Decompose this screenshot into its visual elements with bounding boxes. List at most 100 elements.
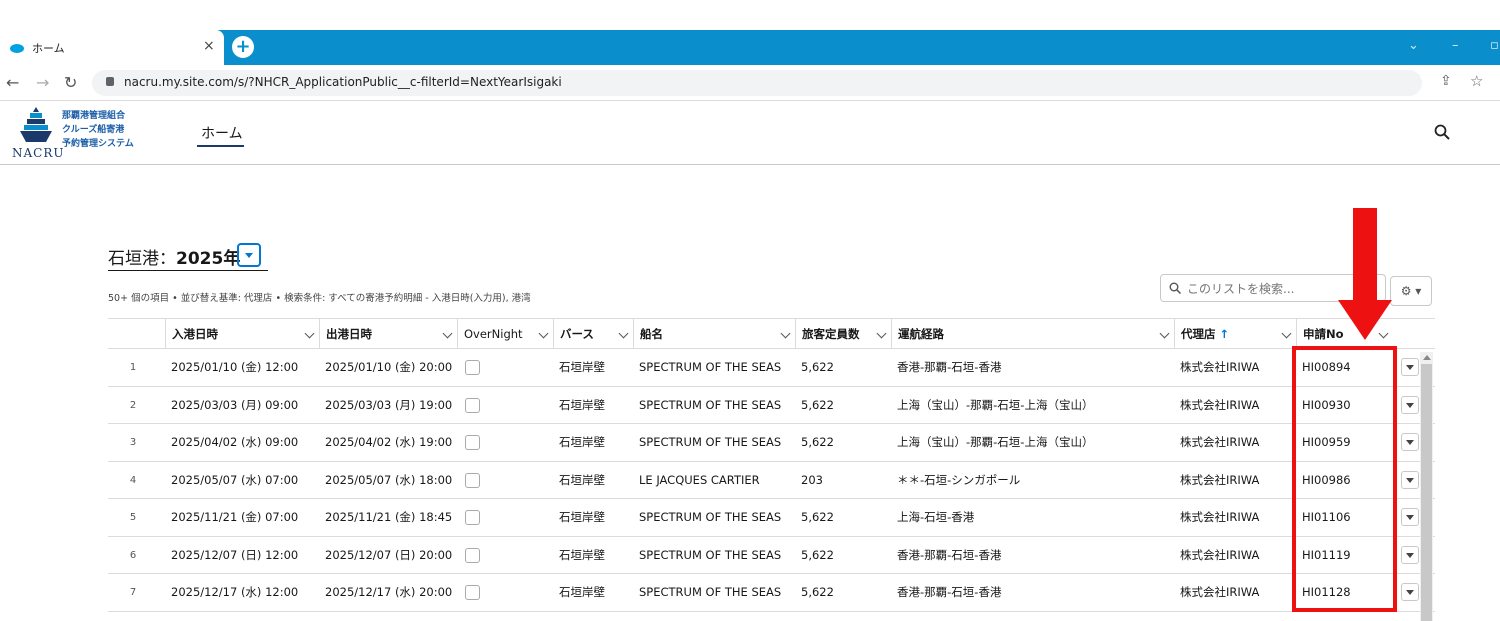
url-text[interactable]: nacru.my.site.com/s/?NHCR_ApplicationPub… bbox=[124, 75, 562, 89]
cell-arrive: 2025/12/07 (日) 12:00 bbox=[171, 547, 299, 562]
cell-ship: SPECTRUM OF THE SEAS bbox=[639, 360, 782, 374]
list-view-picker-button[interactable] bbox=[237, 243, 261, 267]
cell-berth: 石垣岸壁 bbox=[559, 585, 605, 599]
table-scrollbar-thumb[interactable] bbox=[1421, 364, 1432, 621]
logo-line-2: クルーズ船寄港 bbox=[62, 125, 125, 135]
cell-depart: 2025/01/10 (金) 20:00 bbox=[325, 360, 453, 374]
chevron-down-icon bbox=[876, 328, 887, 339]
col-route[interactable]: 運航経路 bbox=[891, 319, 1174, 349]
cell-agent: 株式会社IRIWA bbox=[1180, 472, 1260, 487]
url-field[interactable]: nacru.my.site.com/s/?NHCR_ApplicationPub… bbox=[92, 70, 1422, 96]
nav-active-indicator bbox=[197, 145, 244, 147]
sort-ascending-icon: ↑ bbox=[1219, 327, 1230, 341]
cell-arrive: 2025/04/02 (水) 09:00 bbox=[171, 435, 299, 449]
overnight-checkbox[interactable] bbox=[465, 360, 480, 375]
minimize-icon[interactable]: – bbox=[1452, 38, 1459, 53]
tab-search-chevron-icon[interactable]: ⌄ bbox=[1408, 38, 1419, 53]
lock-icon bbox=[106, 77, 114, 86]
cell-agent: 株式会社IRIWA bbox=[1180, 435, 1260, 449]
back-icon[interactable]: ← bbox=[6, 73, 19, 92]
row-action-menu-button[interactable] bbox=[1401, 545, 1419, 564]
col-agent[interactable]: 代理店 ↑ bbox=[1174, 319, 1296, 349]
row-number: 1 bbox=[129, 362, 137, 373]
row-action-menu-button[interactable] bbox=[1401, 583, 1419, 601]
cell-agent: 株式会社IRIWA bbox=[1180, 547, 1260, 562]
overnight-checkbox[interactable] bbox=[465, 397, 480, 413]
gear-icon: ⚙ ▾ bbox=[1400, 284, 1422, 298]
overnight-checkbox[interactable] bbox=[465, 585, 480, 600]
overnight-checkbox[interactable] bbox=[465, 510, 480, 525]
row-number: 7 bbox=[129, 587, 137, 598]
address-bar: ← → ↻ nacru.my.site.com/s/?NHCR_Applicat… bbox=[0, 65, 1500, 101]
cell-route: 上海（宝山）-那覇-石垣-上海（宝山） bbox=[897, 435, 1094, 449]
browser-tab-bar bbox=[0, 0, 1500, 65]
chevron-down-icon bbox=[618, 328, 629, 339]
cell-ship: SPECTRUM OF THE SEAS bbox=[639, 435, 782, 449]
list-search-input[interactable] bbox=[1187, 279, 1377, 299]
scroll-up-arrow-icon[interactable] bbox=[1423, 355, 1431, 360]
list-view-title-underline bbox=[108, 270, 268, 271]
browser-tab[interactable]: ホーム × bbox=[0, 30, 224, 65]
row-action-menu-button[interactable] bbox=[1401, 470, 1419, 489]
ship-logo-icon bbox=[20, 107, 52, 142]
table-row: 6 2025/12/07 (日) 12:00 2025/12/07 (日) 20:0… bbox=[108, 537, 1435, 574]
chevron-down-icon bbox=[1281, 328, 1292, 339]
overnight-checkbox[interactable] bbox=[465, 472, 480, 488]
overnight-checkbox[interactable] bbox=[465, 547, 480, 563]
cell-depart: 2025/12/07 (日) 20:00 bbox=[325, 547, 453, 562]
bookmark-star-icon[interactable]: ☆ bbox=[1470, 72, 1483, 90]
col-depart[interactable]: 出港日時 bbox=[319, 319, 457, 349]
table-row: 4 2025/05/07 (水) 07:00 2025/05/07 (水) 18:0… bbox=[108, 462, 1435, 499]
col-arrive[interactable]: 入港日時 bbox=[165, 319, 319, 349]
col-overnight[interactable]: OverNight bbox=[457, 319, 553, 349]
reload-icon[interactable]: ↻ bbox=[64, 73, 77, 92]
site-header: NACRU 那覇港管理組合 クルーズ船寄港 予約管理システム ホーム bbox=[0, 101, 1500, 165]
cell-berth: 石垣岸壁 bbox=[559, 360, 605, 374]
new-tab-button[interactable]: + bbox=[232, 36, 254, 58]
row-action-menu-button[interactable] bbox=[1401, 395, 1419, 414]
list-settings-button[interactable]: ⚙ ▾ bbox=[1390, 276, 1432, 306]
cell-ship: SPECTRUM OF THE SEAS bbox=[639, 585, 782, 599]
table-row: 3 2025/04/02 (水) 09:00 2025/04/02 (水) 19:0… bbox=[108, 424, 1435, 462]
cell-arrive: 2025/03/03 (月) 09:00 bbox=[171, 397, 299, 412]
cell-arrive: 2025/12/17 (水) 12:00 bbox=[171, 585, 299, 599]
tab-strip-top bbox=[0, 0, 1500, 30]
col-ship[interactable]: 船名 bbox=[633, 319, 795, 349]
cell-arrive: 2025/01/10 (金) 12:00 bbox=[171, 360, 299, 374]
maximize-icon[interactable]: ▫ bbox=[1490, 38, 1499, 53]
cell-route: 香港-那覇-石垣-香港 bbox=[897, 360, 1002, 374]
cell-capacity: 5,622 bbox=[801, 360, 834, 374]
share-icon[interactable]: ⇪ bbox=[1440, 73, 1452, 89]
chevron-down-icon bbox=[304, 328, 315, 339]
cell-depart: 2025/04/02 (水) 19:00 bbox=[325, 435, 453, 449]
cell-agent: 株式会社IRIWA bbox=[1180, 585, 1260, 599]
row-number: 3 bbox=[129, 437, 137, 448]
cell-route: 香港-那覇-石垣-香港 bbox=[897, 585, 1002, 599]
cell-ship: SPECTRUM OF THE SEAS bbox=[639, 397, 782, 412]
salesforce-favicon-icon bbox=[10, 44, 24, 53]
row-number: 6 bbox=[129, 549, 137, 561]
header-search-icon[interactable] bbox=[1434, 124, 1450, 140]
forward-icon[interactable]: → bbox=[36, 73, 49, 92]
cell-depart: 2025/11/21 (金) 18:45 bbox=[325, 510, 453, 524]
row-action-menu-button[interactable] bbox=[1401, 358, 1419, 376]
cell-ship: LE JACQUES CARTIER bbox=[639, 472, 760, 487]
cell-route: ＊＊-石垣-シンガポール bbox=[897, 472, 1021, 487]
col-berth[interactable]: バース bbox=[553, 319, 633, 349]
cell-berth: 石垣岸壁 bbox=[559, 547, 605, 562]
chevron-down-icon bbox=[442, 328, 453, 339]
cell-capacity: 5,622 bbox=[801, 510, 834, 524]
cell-berth: 石垣岸壁 bbox=[559, 397, 605, 412]
row-number: 4 bbox=[129, 474, 137, 486]
row-action-menu-button[interactable] bbox=[1401, 433, 1419, 451]
close-tab-icon[interactable]: × bbox=[203, 38, 215, 54]
overnight-checkbox[interactable] bbox=[465, 435, 480, 450]
row-action-menu-button[interactable] bbox=[1401, 508, 1419, 526]
cell-agent: 株式会社IRIWA bbox=[1180, 360, 1260, 374]
table-row: 5 2025/11/21 (金) 07:00 2025/11/21 (金) 18:4… bbox=[108, 499, 1435, 537]
row-number: 2 bbox=[129, 399, 137, 411]
col-capacity[interactable]: 旅客定員数 bbox=[795, 319, 891, 349]
cell-ship: SPECTRUM OF THE SEAS bbox=[639, 547, 782, 562]
tab-title: ホーム bbox=[32, 42, 65, 55]
nav-home-link[interactable]: ホーム bbox=[201, 123, 243, 143]
